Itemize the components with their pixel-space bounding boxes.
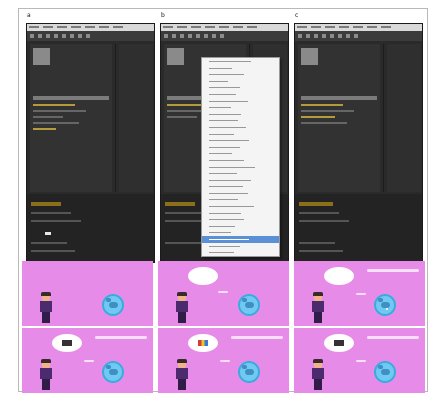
image-icon (62, 340, 72, 346)
panel-label-c: c (295, 12, 299, 19)
animation-frame-2 (158, 261, 289, 326)
menu-bar[interactable] (161, 24, 288, 31)
animation-frame-5 (158, 328, 289, 393)
menu-item[interactable] (202, 249, 279, 256)
menu-item[interactable] (202, 229, 279, 236)
globe-icon (238, 361, 260, 383)
menu-item[interactable] (202, 91, 279, 98)
toolbar[interactable] (27, 31, 154, 41)
menu-item[interactable] (202, 111, 279, 118)
menu-item[interactable] (202, 183, 279, 190)
panel-divider[interactable] (383, 44, 384, 192)
menu-item[interactable] (202, 131, 279, 138)
menu-item[interactable] (202, 243, 279, 250)
menu-item[interactable] (202, 78, 279, 85)
menu-item[interactable] (202, 190, 279, 197)
composition-viewer[interactable] (119, 44, 153, 192)
animation-frame-6 (294, 328, 425, 393)
caption-bar (95, 336, 147, 339)
composition-viewer[interactable] (387, 44, 421, 192)
menu-item[interactable] (202, 58, 279, 65)
animation-frame-1 (22, 261, 153, 326)
figure-frame: a b c (18, 8, 428, 393)
menu-item[interactable] (202, 196, 279, 203)
menu-item[interactable] (202, 71, 279, 78)
thought-bubble (188, 334, 218, 352)
panel-label-b: b (161, 12, 165, 19)
character (40, 359, 52, 390)
menu-item[interactable] (202, 117, 279, 124)
character (312, 359, 324, 390)
editor-screenshot-a (26, 23, 155, 263)
menu-item[interactable] (202, 65, 279, 72)
context-menu[interactable] (201, 57, 280, 257)
globe-icon (102, 361, 124, 383)
project-list[interactable] (33, 96, 109, 134)
globe-icon (374, 361, 396, 383)
menu-item[interactable] (202, 170, 279, 177)
menu-item[interactable] (202, 124, 279, 131)
menu-bar[interactable] (27, 24, 154, 31)
menu-bar[interactable] (295, 24, 422, 31)
thought-bubble (324, 267, 354, 285)
animation-frame-3 (294, 261, 425, 326)
editor-screenshot-c (294, 23, 423, 263)
menu-item[interactable] (202, 98, 279, 105)
preview-thumbnail (33, 48, 50, 65)
panel-label-a: a (27, 12, 31, 19)
menu-item[interactable] (202, 104, 279, 111)
menu-item[interactable] (202, 223, 279, 230)
caption-bar (367, 336, 419, 339)
character (312, 292, 324, 323)
color-image-icon (198, 340, 208, 346)
menu-item[interactable] (202, 150, 279, 157)
globe-icon (238, 294, 260, 316)
menu-item[interactable] (202, 203, 279, 210)
image-icon (334, 340, 344, 346)
preview-thumbnail (301, 48, 318, 65)
menu-item[interactable] (202, 177, 279, 184)
menu-item[interactable] (202, 216, 279, 223)
menu-item[interactable] (202, 137, 279, 144)
thought-bubble (52, 334, 82, 352)
caption-bar (367, 269, 419, 272)
thought-bubble (188, 267, 218, 285)
project-list[interactable] (301, 96, 377, 128)
menu-item-highlighted[interactable] (202, 236, 279, 243)
menu-item[interactable] (202, 144, 279, 151)
toolbar[interactable] (161, 31, 288, 41)
editor-screenshot-b (160, 23, 289, 263)
globe-icon (102, 294, 124, 316)
menu-item[interactable] (202, 157, 279, 164)
timeline-panel[interactable] (27, 194, 154, 262)
animation-frame-4 (22, 328, 153, 393)
character (176, 359, 188, 390)
character (40, 292, 52, 323)
menu-item[interactable] (202, 84, 279, 91)
timeline-panel[interactable] (295, 194, 422, 262)
thought-bubble (324, 334, 354, 352)
menu-item[interactable] (202, 210, 279, 217)
menu-item[interactable] (202, 164, 279, 171)
globe-icon (374, 294, 396, 316)
preview-thumbnail (167, 48, 184, 65)
panel-divider[interactable] (115, 44, 116, 192)
toolbar[interactable] (295, 31, 422, 41)
caption-bar (231, 336, 283, 339)
character (176, 292, 188, 323)
